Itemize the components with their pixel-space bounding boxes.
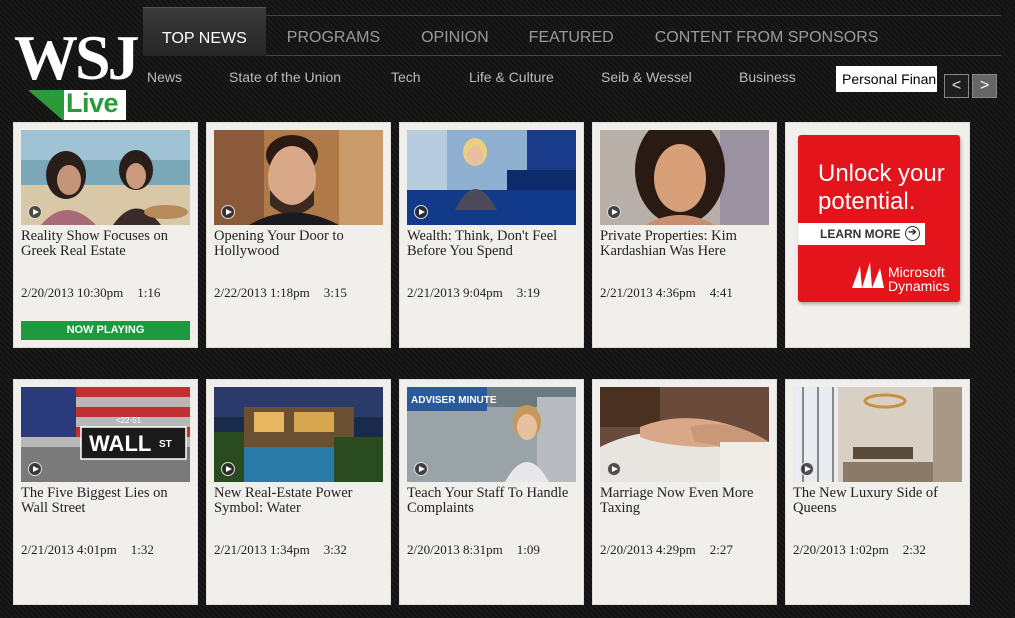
play-icon <box>221 205 235 219</box>
wall-street-number-text: <22-51 <box>116 416 142 425</box>
play-icon <box>800 462 814 476</box>
video-thumbnail <box>793 387 962 482</box>
video-duration: 2:27 <box>709 542 733 557</box>
video-date: 2/21/2013 9:04pm <box>407 285 503 300</box>
logo-live-text: Live <box>66 88 119 118</box>
wsj-live-logo[interactable]: WSJ Live <box>14 26 140 122</box>
video-card[interactable]: WALL ST <22-51 The Five Biggest Lies on … <box>13 379 198 605</box>
ad-brand-line2: Dynamics <box>888 278 950 294</box>
video-thumbnail <box>21 130 190 225</box>
microsoft-dynamics-logo-icon <box>852 262 884 288</box>
video-meta: 2/20/2013 1:02pm 2:32 <box>793 542 926 558</box>
video-title[interactable]: Wealth: Think, Don't Feel Before You Spe… <box>407 229 579 259</box>
subnav-seib-wessel[interactable]: Seib & Wessel <box>601 69 692 85</box>
video-duration: 1:09 <box>516 542 540 557</box>
video-title[interactable]: The New Luxury Side of Queens <box>793 486 965 516</box>
subnav-life-culture[interactable]: Life & Culture <box>469 69 554 85</box>
ad-headline: Unlock your potential. <box>818 160 945 215</box>
video-date: 2/20/2013 10:30pm <box>21 285 124 300</box>
video-card[interactable]: Reality Show Focuses on Greek Real Estat… <box>13 122 198 348</box>
video-meta: 2/21/2013 9:04pm 3:19 <box>407 285 540 301</box>
video-date: 2/20/2013 1:02pm <box>793 542 889 557</box>
now-playing-badge: NOW PLAYING <box>21 321 190 340</box>
video-thumbnail: ADVISER MINUTE <box>407 387 576 482</box>
adviser-minute-text: ADVISER MINUTE <box>411 395 497 406</box>
video-duration: 2:32 <box>902 542 926 557</box>
wall-street-st-text: ST <box>159 439 172 450</box>
subnav-tech[interactable]: Tech <box>391 69 421 85</box>
microsoft-dynamics-ad[interactable]: Unlock your potential. LEARN MORE ➔ Micr… <box>798 135 960 302</box>
video-meta: 2/21/2013 1:34pm 3:32 <box>214 542 347 558</box>
video-title[interactable]: Marriage Now Even More Taxing <box>600 486 772 516</box>
tab-top-news[interactable]: TOP NEWS <box>143 7 266 56</box>
video-card[interactable]: Private Properties: Kim Kardashian Was H… <box>592 122 777 348</box>
video-duration: 3:15 <box>323 285 347 300</box>
subnav-prev-button[interactable]: < <box>944 74 969 98</box>
subnav-business[interactable]: Business <box>739 69 796 85</box>
tab-content-from-sponsors[interactable]: CONTENT FROM SPONSORS <box>634 7 900 56</box>
video-meta: 2/22/2013 1:18pm 3:15 <box>214 285 347 301</box>
play-icon <box>607 205 621 219</box>
learn-more-button[interactable]: LEARN MORE ➔ <box>798 223 925 245</box>
video-date: 2/21/2013 1:34pm <box>214 542 310 557</box>
video-date: 2/21/2013 4:36pm <box>600 285 696 300</box>
video-meta: 2/21/2013 4:01pm 1:32 <box>21 542 154 558</box>
video-title[interactable]: Teach Your Staff To Handle Complaints <box>407 486 579 516</box>
video-card[interactable]: New Real-Estate Power Symbol: Water 2/21… <box>206 379 391 605</box>
video-card[interactable]: Wealth: Think, Don't Feel Before You Spe… <box>399 122 584 348</box>
logo-wsj-text: WSJ <box>14 22 140 93</box>
subnav-news[interactable]: News <box>147 69 182 85</box>
subnav-state-of-the-union[interactable]: State of the Union <box>229 69 341 85</box>
video-thumbnail: WALL ST <22-51 <box>21 387 190 482</box>
video-title[interactable]: New Real-Estate Power Symbol: Water <box>214 486 386 516</box>
video-card[interactable]: Marriage Now Even More Taxing 2/20/2013 … <box>592 379 777 605</box>
play-icon <box>221 462 235 476</box>
tab-featured[interactable]: FEATURED <box>509 7 634 56</box>
video-card[interactable]: The New Luxury Side of Queens 2/20/2013 … <box>785 379 970 605</box>
video-thumbnail <box>214 387 383 482</box>
video-title[interactable]: Reality Show Focuses on Greek Real Estat… <box>21 229 193 259</box>
video-date: 2/22/2013 1:18pm <box>214 285 310 300</box>
subnav-personal-finance-selected[interactable]: Personal Finan <box>836 66 937 92</box>
video-duration: 4:41 <box>709 285 733 300</box>
learn-more-label: LEARN MORE <box>820 227 901 241</box>
subnav-next-button[interactable]: > <box>972 74 997 98</box>
video-thumbnail <box>407 130 576 225</box>
main-nav: TOP NEWS PROGRAMS OPINION FEATURED CONTE… <box>143 7 899 56</box>
arrow-right-icon: ➔ <box>905 226 920 241</box>
video-meta: 2/21/2013 4:36pm 4:41 <box>600 285 733 301</box>
video-thumbnail <box>600 130 769 225</box>
tab-opinion[interactable]: OPINION <box>401 7 509 56</box>
video-date: 2/20/2013 4:29pm <box>600 542 696 557</box>
video-meta: 2/20/2013 8:31pm 1:09 <box>407 542 540 558</box>
wall-street-sign-text: WALL <box>89 431 151 456</box>
video-card[interactable]: ADVISER MINUTE Teach Your Staff To Handl… <box>399 379 584 605</box>
play-icon <box>28 462 42 476</box>
video-duration: 1:16 <box>137 285 161 300</box>
ad-brand-line1: Microsoft <box>888 264 945 280</box>
video-duration: 3:19 <box>516 285 540 300</box>
video-title[interactable]: Private Properties: Kim Kardashian Was H… <box>600 229 772 259</box>
video-meta: 2/20/2013 4:29pm 2:27 <box>600 542 733 558</box>
video-thumbnail <box>600 387 769 482</box>
video-card[interactable]: Opening Your Door to Hollywood 2/22/2013… <box>206 122 391 348</box>
video-thumbnail <box>214 130 383 225</box>
play-icon <box>607 462 621 476</box>
ad-brand: Microsoft Dynamics <box>888 265 949 293</box>
video-duration: 3:32 <box>323 542 347 557</box>
video-date: 2/20/2013 8:31pm <box>407 542 503 557</box>
play-icon <box>414 462 428 476</box>
play-icon <box>414 205 428 219</box>
ad-card[interactable]: Unlock your potential. LEARN MORE ➔ Micr… <box>785 122 970 348</box>
video-title[interactable]: The Five Biggest Lies on Wall Street <box>21 486 193 516</box>
play-icon <box>28 205 42 219</box>
video-meta: 2/20/2013 10:30pm 1:16 <box>21 285 160 301</box>
tab-programs[interactable]: PROGRAMS <box>266 7 401 56</box>
video-date: 2/21/2013 4:01pm <box>21 542 117 557</box>
video-duration: 1:32 <box>130 542 154 557</box>
video-title[interactable]: Opening Your Door to Hollywood <box>214 229 386 259</box>
